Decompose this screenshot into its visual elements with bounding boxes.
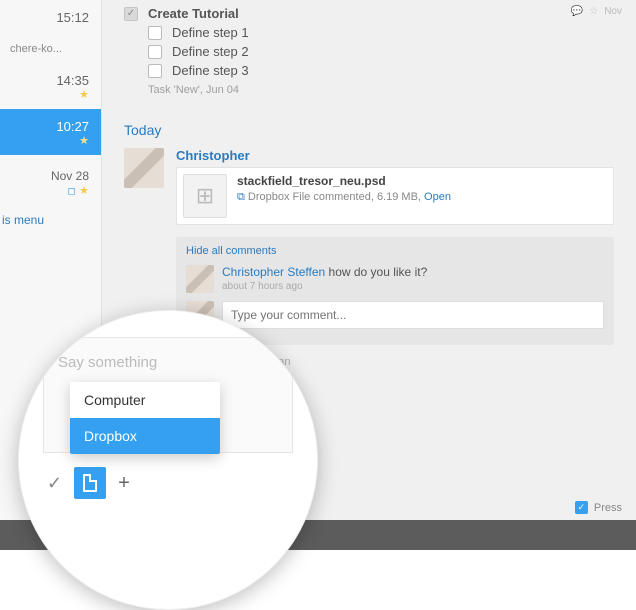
subtask-label: Define step 3	[172, 63, 249, 78]
sidebar-link[interactable]: is menu	[0, 205, 101, 227]
magnifier: Say something Computer Dropbox ✓ +	[18, 310, 318, 610]
sidebar-time: 15:12	[12, 10, 89, 25]
attach-file-button[interactable]	[74, 467, 106, 499]
compose-tools: ✓ +	[43, 467, 293, 499]
sidebar-time: 10:27	[12, 119, 89, 134]
hide-comments-link[interactable]: Hide all comments	[186, 245, 604, 257]
avatar	[124, 148, 164, 188]
subtask-checkbox[interactable]	[148, 64, 162, 78]
subtask-label: Define step 1	[172, 25, 249, 40]
press-checkbox[interactable]: ✓ Press	[575, 501, 622, 514]
file-icon	[83, 474, 97, 492]
comment-input-row	[186, 301, 604, 329]
comment-text: how do you like it?	[329, 265, 428, 279]
attachment-thumb: ⊞	[183, 174, 227, 218]
star-icon: ★	[12, 88, 89, 101]
check-icon[interactable]: ✓	[47, 473, 62, 494]
task-meta: Task 'New', Jun 04	[124, 84, 614, 96]
open-link[interactable]: Open	[424, 191, 451, 203]
subtask-checkbox[interactable]	[148, 26, 162, 40]
menu-item-dropbox[interactable]: Dropbox	[70, 418, 220, 454]
sidebar-time: 14:35	[12, 73, 89, 88]
star-icon: ★	[79, 185, 89, 197]
task-checkbox[interactable]: ✓	[124, 7, 138, 21]
star-icon: ☆	[589, 6, 598, 17]
check-icon: ✓	[575, 501, 588, 514]
checkbox-icon: ◻	[67, 186, 75, 197]
author-name[interactable]: Christopher	[176, 148, 614, 163]
task-card: ✓ Create Tutorial Define step 1 Define s…	[124, 0, 614, 104]
plus-icon[interactable]: +	[118, 472, 130, 495]
upload-menu: Computer Dropbox	[70, 382, 220, 454]
section-header: Today	[124, 104, 614, 148]
corner-meta: 💬 ☆ Nov	[571, 6, 622, 17]
dropbox-icon: ⧉	[237, 191, 245, 203]
compose-box[interactable]: Say something Computer Dropbox	[43, 337, 293, 453]
comment: Christopher Steffen how do you like it? …	[186, 265, 604, 293]
comment-icon: 💬	[571, 6, 583, 17]
star-icon: ★	[12, 134, 89, 147]
sidebar-label: chere-ko...	[0, 33, 101, 63]
sidebar-date[interactable]: Nov 28 ◻ ★	[0, 155, 101, 205]
sidebar-slot[interactable]: 15:12	[0, 0, 101, 33]
task-title: Create Tutorial	[148, 6, 239, 21]
attachment-filename: stackfield_tresor_neu.psd	[237, 174, 451, 188]
comment-input[interactable]	[222, 301, 604, 329]
attachment[interactable]: ⊞ stackfield_tresor_neu.psd ⧉ Dropbox Fi…	[176, 167, 614, 225]
comment-timestamp: about 7 hours ago	[222, 281, 427, 292]
subtask-label: Define step 2	[172, 44, 249, 59]
sidebar-slot-selected[interactable]: 10:27 ★	[0, 109, 101, 155]
avatar	[186, 265, 214, 293]
attachment-meta: ⧉ Dropbox File commented, 6.19 MB, Open	[237, 191, 451, 204]
menu-item-computer[interactable]: Computer	[70, 382, 220, 418]
subtask-checkbox[interactable]	[148, 45, 162, 59]
sidebar-slot[interactable]: 14:35 ★	[0, 63, 101, 109]
comment-author[interactable]: Christopher Steffen	[222, 265, 325, 279]
